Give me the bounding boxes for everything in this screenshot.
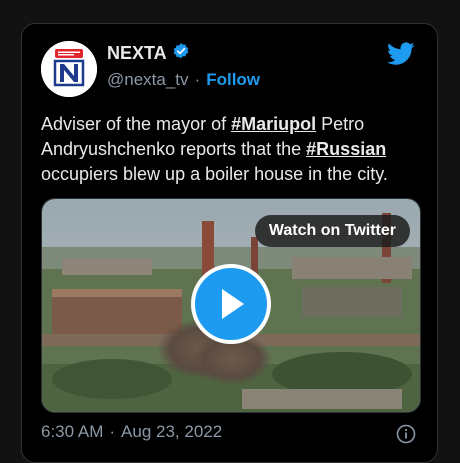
account-handle[interactable]: @nexta_tv (107, 70, 189, 90)
tweet-card: NEXTA @nexta_tv · Follow Adviser of the … (21, 23, 438, 463)
account-name[interactable]: NEXTA (107, 43, 167, 64)
footer-separator: · (109, 422, 116, 441)
hashtag-mariupol[interactable]: #Mariupol (231, 114, 316, 134)
handle-row: @nexta_tv · Follow (107, 70, 260, 90)
tweet-footer: 6:30 AM · Aug 23, 2022 (41, 422, 222, 442)
play-button[interactable] (191, 264, 271, 344)
verified-badge-icon (172, 42, 190, 65)
tweet-text: Adviser of the mayor of #Mariupol Petro … (41, 112, 421, 187)
follow-button[interactable]: Follow (206, 70, 260, 90)
name-row: NEXTA (107, 42, 190, 65)
info-icon[interactable] (396, 424, 416, 449)
watch-on-twitter-button[interactable]: Watch on Twitter (254, 215, 410, 247)
video-thumbnail[interactable]: Watch on Twitter (41, 198, 421, 413)
tweet-text-part-3: occupiers blew up a boiler house in the … (41, 164, 388, 184)
tweet-date[interactable]: Aug 23, 2022 (121, 422, 222, 442)
tweet-text-part-1: Adviser of the mayor of (41, 114, 232, 134)
nexta-logo (41, 41, 97, 97)
handle-separator: · (194, 70, 201, 89)
play-icon (222, 289, 244, 319)
avatar[interactable] (41, 41, 97, 97)
hashtag-russian[interactable]: #Russian (306, 139, 386, 159)
tweet-time[interactable]: 6:30 AM (41, 422, 103, 442)
twitter-bird-icon[interactable] (387, 42, 415, 71)
